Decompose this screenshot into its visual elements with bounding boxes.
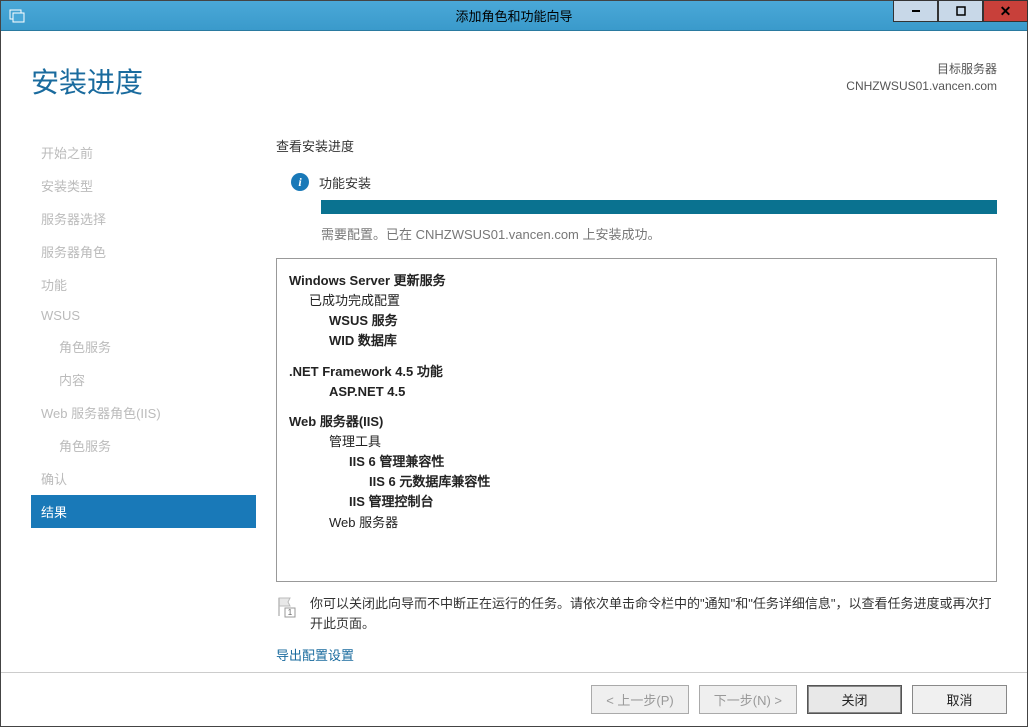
result-line: Web 服务器(IIS) [289,412,984,432]
close-wizard-button[interactable]: 关闭 [807,685,902,714]
target-info: 目标服务器 CNHZWSUS01.vancen.com [846,61,997,95]
next-button: 下一步(N) > [699,685,797,714]
sidebar-item-7: 内容 [31,363,256,396]
window-controls: ✕ [893,1,1027,30]
header: 安装进度 目标服务器 CNHZWSUS01.vancen.com [1,31,1027,116]
sidebar-item-10: 确认 [31,462,256,495]
window-title: 添加角色和功能向导 [455,6,572,25]
result-line: 已成功完成配置 [309,291,984,311]
sidebar-item-11: 结果 [31,495,256,528]
result-line: WSUS 服务 [329,311,984,331]
result-line: WID 数据库 [329,331,984,351]
sidebar-item-8: Web 服务器角色(IIS) [31,396,256,429]
close-button[interactable]: ✕ [983,0,1028,22]
note-text: 你可以关闭此向导而不中断正在运行的任务。请依次单击命令栏中的"通知"和"任务详细… [310,594,997,633]
result-line: .NET Framework 4.5 功能 [289,362,984,382]
content: 安装进度 目标服务器 CNHZWSUS01.vancen.com 开始之前安装类… [1,31,1027,726]
result-line: IIS 6 管理兼容性 [349,452,984,472]
sidebar-item-9: 角色服务 [31,429,256,462]
info-icon: i [291,173,309,191]
result-line: 管理工具 [329,432,984,452]
sidebar-item-3: 服务器角色 [31,235,256,268]
svg-text:1: 1 [288,608,293,617]
wizard-sidebar: 开始之前安装类型服务器选择服务器角色功能WSUS角色服务内容Web 服务器角色(… [31,116,256,672]
sidebar-item-6: 角色服务 [31,330,256,363]
footer: < 上一步(P) 下一步(N) > 关闭 取消 [1,672,1027,726]
result-line: Windows Server 更新服务 [289,271,984,291]
flag-icon: 1 [276,596,298,618]
status-text: 功能安装 [319,173,371,192]
sidebar-item-0: 开始之前 [31,136,256,169]
sidebar-item-4: 功能 [31,268,256,301]
prev-button: < 上一步(P) [591,685,689,714]
maximize-button[interactable] [938,0,983,22]
sidebar-item-5: WSUS [31,301,256,330]
progress-message: 需要配置。已在 CNHZWSUS01.vancen.com 上安装成功。 [321,224,997,243]
status-row: i 功能安装 [291,173,997,192]
result-line: IIS 管理控制台 [349,492,984,512]
sidebar-item-1: 安装类型 [31,169,256,202]
result-line: Web 服务器 [329,513,984,533]
result-line: ASP.NET 4.5 [329,382,984,402]
app-icon [9,8,25,24]
main-row: 开始之前安装类型服务器选择服务器角色功能WSUS角色服务内容Web 服务器角色(… [1,116,1027,672]
progress-bar-wrap [321,200,997,214]
titlebar: 添加角色和功能向导 ✕ [1,1,1027,31]
target-label: 目标服务器 [846,61,997,78]
page-title: 安装进度 [31,61,846,101]
sidebar-item-2: 服务器选择 [31,202,256,235]
minimize-button[interactable] [893,0,938,22]
section-label: 查看安装进度 [276,136,997,155]
main-panel: 查看安装进度 i 功能安装 需要配置。已在 CNHZWSUS01.vancen.… [256,116,1027,672]
results-box[interactable]: Windows Server 更新服务已成功完成配置WSUS 服务WID 数据库… [276,258,997,582]
progress-bar [321,200,997,214]
target-server: CNHZWSUS01.vancen.com [846,78,997,95]
cancel-button[interactable]: 取消 [912,685,1007,714]
note-row: 1 你可以关闭此向导而不中断正在运行的任务。请依次单击命令栏中的"通知"和"任务… [276,594,997,633]
export-config-link[interactable]: 导出配置设置 [276,645,997,664]
result-line: IIS 6 元数据库兼容性 [369,472,984,492]
